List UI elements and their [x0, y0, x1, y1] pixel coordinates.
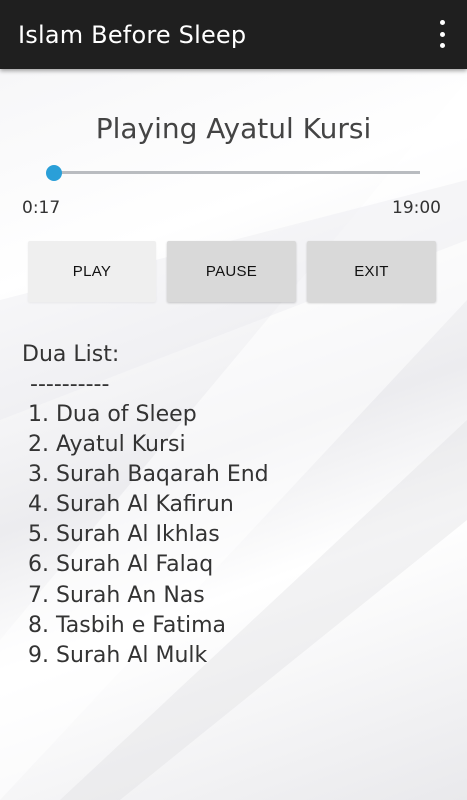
list-item: 9. Surah Al Mulk	[28, 642, 208, 668]
now-playing-title: Playing Ayatul Kursi	[95, 112, 372, 145]
list-item: 4. Surah Al Kafirun	[28, 492, 234, 518]
dua-list-section: Dua List: ---------- 1. Dua of Sleep 2. …	[22, 340, 269, 671]
list-item: 5. Surah Al Ikhlas	[28, 522, 220, 548]
app-bar: Islam Before Sleep	[0, 0, 467, 69]
list-item: 8. Tasbih e Fatima	[28, 612, 227, 638]
dua-list-divider: ----------	[30, 372, 110, 397]
total-time: 19:00	[392, 198, 441, 218]
list-item: 1. Dua of Sleep	[28, 402, 197, 427]
dua-list-heading: Dua List:	[22, 342, 120, 367]
list-item: 3. Surah Baqarah End	[28, 462, 269, 488]
list-item: 7. Surah An Nas	[28, 582, 205, 608]
overflow-dot	[439, 43, 445, 48]
play-button[interactable]: PLAY	[28, 241, 156, 302]
seek-bar-thumb[interactable]	[45, 165, 62, 181]
pause-button[interactable]: PAUSE	[167, 241, 296, 302]
app-title: Islam Before Sleep	[18, 20, 247, 49]
more-vertical-icon[interactable]	[437, 20, 447, 48]
list-item: 2. Ayatul Kursi	[28, 432, 186, 458]
seek-bar-track[interactable]	[48, 171, 420, 174]
overflow-dot	[439, 31, 445, 37]
overflow-dot	[439, 20, 445, 25]
dua-list: 1. Dua of Sleep 2. Ayatul Kursi 3. Surah…	[22, 400, 269, 671]
list-item: 6. Surah Al Falaq	[28, 552, 214, 578]
exit-button[interactable]: EXIT	[307, 241, 436, 302]
current-time: 0:17	[22, 198, 61, 218]
